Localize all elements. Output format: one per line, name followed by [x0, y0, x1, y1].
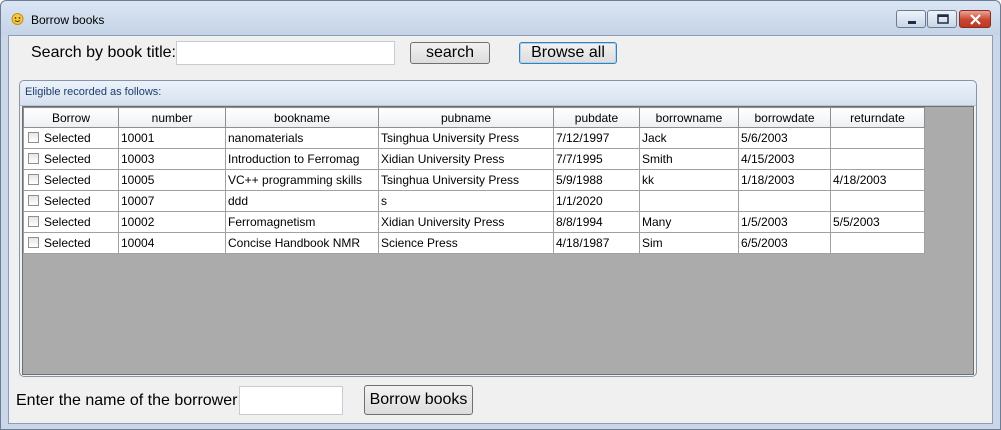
- pubdate-cell[interactable]: 5/9/1988: [553, 169, 640, 191]
- borrow-label: Selected: [44, 215, 91, 229]
- returndate-cell[interactable]: [830, 148, 925, 170]
- borrowdate-cell[interactable]: 1/18/2003: [738, 169, 831, 191]
- column-header-returndate[interactable]: returndate: [830, 107, 925, 128]
- pubname-cell[interactable]: Tsinghua University Press: [378, 169, 554, 191]
- borrow-label: Selected: [44, 236, 91, 250]
- bookname-cell[interactable]: Ferromagnetism: [225, 211, 379, 233]
- returndate-cell[interactable]: 4/18/2003: [830, 169, 925, 191]
- pubname-cell[interactable]: Xidian University Press: [378, 211, 554, 233]
- minimize-button[interactable]: [896, 10, 926, 28]
- borrow-cell[interactable]: Selected: [23, 169, 119, 191]
- pubdate-cell[interactable]: 7/12/1997: [553, 127, 640, 149]
- browse-all-button[interactable]: Browse all: [519, 42, 617, 64]
- pubdate-cell[interactable]: 8/8/1994: [553, 211, 640, 233]
- borrow-label: Selected: [44, 194, 91, 208]
- returndate-cell[interactable]: [830, 127, 925, 149]
- borrow-cell[interactable]: Selected: [23, 148, 119, 170]
- column-header-number[interactable]: number: [118, 107, 226, 128]
- borrow-label: Selected: [44, 131, 91, 145]
- column-header-pubdate[interactable]: pubdate: [553, 107, 640, 128]
- borrow-checkbox[interactable]: [28, 132, 39, 143]
- search-label: Search by book title:: [31, 44, 176, 61]
- borrowname-cell[interactable]: Many: [639, 211, 739, 233]
- title-bar[interactable]: Borrow books: [1, 1, 1000, 35]
- close-icon: [970, 14, 981, 25]
- pubname-cell[interactable]: Science Press: [378, 232, 554, 254]
- table-row[interactable]: Selected 10002 Ferromagnetism Xidian Uni…: [23, 211, 925, 233]
- borrowname-cell[interactable]: Sim: [639, 232, 739, 254]
- borrowdate-cell[interactable]: [738, 190, 831, 212]
- grid-viewport: Borrow number bookname pubname pubdate b…: [23, 107, 973, 374]
- borrow-books-button[interactable]: Borrow books: [364, 385, 473, 415]
- close-button[interactable]: [959, 10, 991, 28]
- window-title: Borrow books: [31, 13, 105, 27]
- table-row[interactable]: Selected 10005 VC++ programming skills T…: [23, 169, 925, 191]
- header-row: Borrow number bookname pubname pubdate b…: [23, 107, 925, 128]
- bookname-cell[interactable]: Introduction to Ferromag: [225, 148, 379, 170]
- app-emoji-icon: [11, 13, 24, 25]
- group-header: Eligible recorded as follows:: [20, 81, 976, 106]
- returndate-cell[interactable]: 5/5/2003: [830, 211, 925, 233]
- books-grid[interactable]: Borrow number bookname pubname pubdate b…: [22, 106, 974, 375]
- borrower-name-input[interactable]: [239, 386, 343, 415]
- table-row[interactable]: Selected 10003 Introduction to Ferromag …: [23, 148, 925, 170]
- borrow-cell[interactable]: Selected: [23, 232, 119, 254]
- bookname-cell[interactable]: Concise Handbook NMR: [225, 232, 379, 254]
- number-cell[interactable]: 10005: [118, 169, 226, 191]
- borrowname-cell[interactable]: kk: [639, 169, 739, 191]
- borrow-checkbox[interactable]: [28, 174, 39, 185]
- books-table: Borrow number bookname pubname pubdate b…: [23, 107, 925, 254]
- borrow-checkbox[interactable]: [28, 153, 39, 164]
- table-row[interactable]: Selected 10001 nanomaterials Tsinghua Un…: [23, 127, 925, 149]
- borrowname-cell[interactable]: [639, 190, 739, 212]
- borrow-books-window: Borrow books Search by book title: searc…: [0, 0, 1001, 430]
- bookname-cell[interactable]: nanomaterials: [225, 127, 379, 149]
- pubname-cell[interactable]: s: [378, 190, 554, 212]
- borrowname-cell[interactable]: Jack: [639, 127, 739, 149]
- borrowdate-cell[interactable]: 5/6/2003: [738, 127, 831, 149]
- group-title: Eligible recorded as follows:: [25, 86, 162, 98]
- borrowdate-cell[interactable]: 1/5/2003: [738, 211, 831, 233]
- number-cell[interactable]: 10001: [118, 127, 226, 149]
- borrow-label: Selected: [44, 173, 91, 187]
- pubname-cell[interactable]: Tsinghua University Press: [378, 127, 554, 149]
- borrow-cell[interactable]: Selected: [23, 211, 119, 233]
- number-cell[interactable]: 10002: [118, 211, 226, 233]
- maximize-icon: [937, 14, 949, 24]
- borrowdate-cell[interactable]: 4/15/2003: [738, 148, 831, 170]
- column-header-borrowname[interactable]: borrowname: [639, 107, 739, 128]
- column-header-borrowdate[interactable]: borrowdate: [738, 107, 831, 128]
- search-button[interactable]: search: [410, 42, 490, 64]
- pubdate-cell[interactable]: 1/1/2020: [553, 190, 640, 212]
- number-cell[interactable]: 10007: [118, 190, 226, 212]
- table-row[interactable]: Selected 10004 Concise Handbook NMR Scie…: [23, 232, 925, 254]
- pubdate-cell[interactable]: 4/18/1987: [553, 232, 640, 254]
- number-cell[interactable]: 10004: [118, 232, 226, 254]
- borrow-cell[interactable]: Selected: [23, 127, 119, 149]
- returndate-cell[interactable]: [830, 190, 925, 212]
- borrow-checkbox[interactable]: [28, 237, 39, 248]
- pubname-cell[interactable]: Xidian University Press: [378, 148, 554, 170]
- borrow-label: Selected: [44, 152, 91, 166]
- returndate-cell[interactable]: [830, 232, 925, 254]
- pubdate-cell[interactable]: 7/7/1995: [553, 148, 640, 170]
- column-header-pubname[interactable]: pubname: [378, 107, 554, 128]
- borrower-label: Enter the name of the borrower:: [16, 392, 242, 409]
- bookname-cell[interactable]: ddd: [225, 190, 379, 212]
- maximize-button[interactable]: [927, 10, 957, 28]
- borrow-cell[interactable]: Selected: [23, 190, 119, 212]
- table-row[interactable]: Selected 10007 ddd s 1/1/2020: [23, 190, 925, 212]
- borrow-checkbox[interactable]: [28, 216, 39, 227]
- column-header-bookname[interactable]: bookname: [225, 107, 379, 128]
- borrowname-cell[interactable]: Smith: [639, 148, 739, 170]
- minimize-icon: [908, 21, 916, 24]
- borrowdate-cell[interactable]: 6/5/2003: [738, 232, 831, 254]
- client-area: Search by book title: search Browse all …: [8, 35, 993, 424]
- column-header-borrow[interactable]: Borrow: [23, 107, 119, 128]
- results-group: Eligible recorded as follows: Borrow num…: [19, 80, 977, 377]
- bookname-cell[interactable]: VC++ programming skills: [225, 169, 379, 191]
- number-cell[interactable]: 10003: [118, 148, 226, 170]
- search-input[interactable]: [176, 41, 395, 65]
- borrow-checkbox[interactable]: [28, 195, 39, 206]
